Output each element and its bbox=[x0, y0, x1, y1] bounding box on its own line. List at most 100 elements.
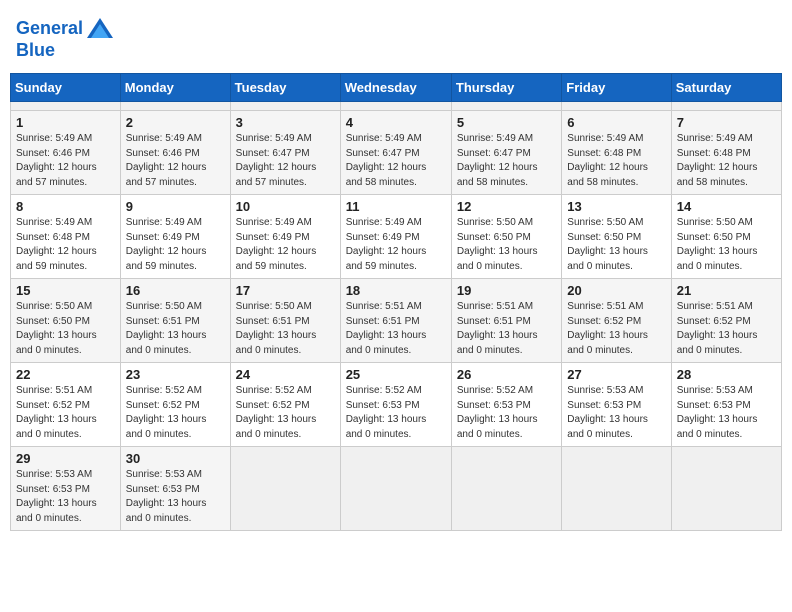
calendar-day-cell: 17 Sunrise: 5:50 AMSunset: 6:51 PMDayligh… bbox=[230, 279, 340, 363]
calendar-day-cell: 9Sunrise: 5:49 AMSunset: 6:49 PMDaylight… bbox=[120, 195, 230, 279]
day-info: Sunrise: 5:49 AMSunset: 6:48 PMDaylight:… bbox=[16, 216, 115, 274]
day-of-week-header: Monday bbox=[120, 74, 230, 102]
calendar-day-cell bbox=[230, 102, 340, 111]
day-info: Sunrise: 5:49 AMSunset: 6:49 PMDaylight:… bbox=[236, 216, 335, 274]
calendar-day-cell: 12 Sunrise: 5:50 AMSunset: 6:50 PMDayligh… bbox=[451, 195, 561, 279]
calendar-day-cell: 21 Sunrise: 5:51 AMSunset: 6:52 PMDayligh… bbox=[671, 279, 781, 363]
calendar-day-cell bbox=[120, 102, 230, 111]
day-info: Sunrise: 5:49 AMSunset: 6:46 PMDaylight:… bbox=[126, 132, 225, 190]
day-number: 28 bbox=[677, 367, 776, 382]
day-number: 22 bbox=[16, 367, 115, 382]
calendar-week-row: 8 Sunrise: 5:49 AMSunset: 6:48 PMDaylight… bbox=[11, 195, 782, 279]
day-number: 16 bbox=[126, 283, 225, 298]
day-number: 9 bbox=[126, 199, 225, 214]
day-number: 2 bbox=[126, 115, 225, 130]
calendar-day-cell: 15 Sunrise: 5:50 AMSunset: 6:50 PMDayligh… bbox=[11, 279, 121, 363]
day-of-week-header: Tuesday bbox=[230, 74, 340, 102]
day-info: Sunrise: 5:53 AMSunset: 6:53 PMDaylight:… bbox=[677, 384, 776, 442]
day-number: 17 bbox=[236, 283, 335, 298]
day-number: 13 bbox=[567, 199, 665, 214]
calendar-body: 1 Sunrise: 5:49 AMSunset: 6:46 PMDaylight… bbox=[11, 102, 782, 531]
day-info: Sunrise: 5:50 AMSunset: 6:50 PMDaylight:… bbox=[567, 216, 665, 274]
day-info: Sunrise: 5:50 AMSunset: 6:50 PMDaylight:… bbox=[677, 216, 776, 274]
calendar-day-cell: 28 Sunrise: 5:53 AMSunset: 6:53 PMDayligh… bbox=[671, 363, 781, 447]
day-number: 24 bbox=[236, 367, 335, 382]
day-info: Sunrise: 5:52 AMSunset: 6:52 PMDaylight:… bbox=[126, 384, 225, 442]
day-number: 15 bbox=[16, 283, 115, 298]
calendar-day-cell bbox=[11, 102, 121, 111]
calendar-day-cell: 20 Sunrise: 5:51 AMSunset: 6:52 PMDayligh… bbox=[562, 279, 671, 363]
day-info: Sunrise: 5:51 AMSunset: 6:51 PMDaylight:… bbox=[346, 300, 446, 358]
calendar-day-cell bbox=[230, 447, 340, 531]
calendar-day-cell bbox=[340, 102, 451, 111]
calendar-day-cell: 23 Sunrise: 5:52 AMSunset: 6:52 PMDayligh… bbox=[120, 363, 230, 447]
calendar-day-cell: 27Sunrise: 5:53 AMSunset: 6:53 PMDayligh… bbox=[562, 363, 671, 447]
logo-icon bbox=[85, 14, 115, 44]
logo: General Blue bbox=[16, 14, 115, 61]
day-info: Sunrise: 5:49 AMSunset: 6:46 PMDaylight:… bbox=[16, 132, 115, 190]
day-number: 6 bbox=[567, 115, 665, 130]
calendar-table: SundayMondayTuesdayWednesdayThursdayFrid… bbox=[10, 73, 782, 531]
day-number: 12 bbox=[457, 199, 556, 214]
day-info: Sunrise: 5:49 AMSunset: 6:47 PMDaylight:… bbox=[457, 132, 556, 190]
day-number: 5 bbox=[457, 115, 556, 130]
day-number: 8 bbox=[16, 199, 115, 214]
day-info: Sunrise: 5:50 AMSunset: 6:50 PMDaylight:… bbox=[16, 300, 115, 358]
day-number: 25 bbox=[346, 367, 446, 382]
day-number: 26 bbox=[457, 367, 556, 382]
day-of-week-header: Sunday bbox=[11, 74, 121, 102]
day-info: Sunrise: 5:49 AMSunset: 6:48 PMDaylight:… bbox=[677, 132, 776, 190]
day-info: Sunrise: 5:51 AMSunset: 6:52 PMDaylight:… bbox=[16, 384, 115, 442]
day-of-week-header: Wednesday bbox=[340, 74, 451, 102]
calendar-week-row: 1 Sunrise: 5:49 AMSunset: 6:46 PMDaylight… bbox=[11, 111, 782, 195]
day-number: 19 bbox=[457, 283, 556, 298]
day-info: Sunrise: 5:50 AMSunset: 6:51 PMDaylight:… bbox=[126, 300, 225, 358]
calendar-day-cell bbox=[562, 102, 671, 111]
calendar-day-cell: 2 Sunrise: 5:49 AMSunset: 6:46 PMDaylight… bbox=[120, 111, 230, 195]
calendar-day-cell: 16 Sunrise: 5:50 AMSunset: 6:51 PMDayligh… bbox=[120, 279, 230, 363]
day-number: 30 bbox=[126, 451, 225, 466]
day-number: 18 bbox=[346, 283, 446, 298]
day-number: 7 bbox=[677, 115, 776, 130]
day-number: 11 bbox=[346, 199, 446, 214]
day-info: Sunrise: 5:53 AMSunset: 6:53 PMDaylight:… bbox=[126, 468, 225, 526]
day-info: Sunrise: 5:51 AMSunset: 6:52 PMDaylight:… bbox=[567, 300, 665, 358]
calendar-week-row bbox=[11, 102, 782, 111]
day-number: 20 bbox=[567, 283, 665, 298]
day-number: 3 bbox=[236, 115, 335, 130]
calendar-day-cell: 7 Sunrise: 5:49 AMSunset: 6:48 PMDaylight… bbox=[671, 111, 781, 195]
day-of-week-header: Thursday bbox=[451, 74, 561, 102]
day-info: Sunrise: 5:49 AMSunset: 6:49 PMDaylight:… bbox=[346, 216, 446, 274]
day-info: Sunrise: 5:52 AMSunset: 6:53 PMDaylight:… bbox=[346, 384, 446, 442]
logo-text: General bbox=[16, 19, 83, 39]
day-info: Sunrise: 5:51 AMSunset: 6:52 PMDaylight:… bbox=[677, 300, 776, 358]
calendar-day-cell: 8 Sunrise: 5:49 AMSunset: 6:48 PMDaylight… bbox=[11, 195, 121, 279]
calendar-day-cell: 22 Sunrise: 5:51 AMSunset: 6:52 PMDayligh… bbox=[11, 363, 121, 447]
calendar-day-cell: 14Sunrise: 5:50 AMSunset: 6:50 PMDayligh… bbox=[671, 195, 781, 279]
calendar-day-cell bbox=[562, 447, 671, 531]
calendar-day-cell: 11 Sunrise: 5:49 AMSunset: 6:49 PMDayligh… bbox=[340, 195, 451, 279]
calendar-day-cell bbox=[671, 102, 781, 111]
day-number: 10 bbox=[236, 199, 335, 214]
day-number: 21 bbox=[677, 283, 776, 298]
day-number: 29 bbox=[16, 451, 115, 466]
day-number: 23 bbox=[126, 367, 225, 382]
day-info: Sunrise: 5:49 AMSunset: 6:47 PMDaylight:… bbox=[236, 132, 335, 190]
day-number: 27 bbox=[567, 367, 665, 382]
calendar-day-cell: 6Sunrise: 5:49 AMSunset: 6:48 PMDaylight… bbox=[562, 111, 671, 195]
day-info: Sunrise: 5:53 AMSunset: 6:53 PMDaylight:… bbox=[16, 468, 115, 526]
day-info: Sunrise: 5:49 AMSunset: 6:47 PMDaylight:… bbox=[346, 132, 446, 190]
day-of-week-header: Friday bbox=[562, 74, 671, 102]
calendar-day-cell bbox=[340, 447, 451, 531]
calendar-day-cell: 5 Sunrise: 5:49 AMSunset: 6:47 PMDaylight… bbox=[451, 111, 561, 195]
calendar-day-cell: 25 Sunrise: 5:52 AMSunset: 6:53 PMDayligh… bbox=[340, 363, 451, 447]
day-number: 1 bbox=[16, 115, 115, 130]
calendar-day-cell: 13 Sunrise: 5:50 AMSunset: 6:50 PMDayligh… bbox=[562, 195, 671, 279]
day-info: Sunrise: 5:52 AMSunset: 6:52 PMDaylight:… bbox=[236, 384, 335, 442]
calendar-day-cell: 29 Sunrise: 5:53 AMSunset: 6:53 PMDayligh… bbox=[11, 447, 121, 531]
day-info: Sunrise: 5:50 AMSunset: 6:50 PMDaylight:… bbox=[457, 216, 556, 274]
calendar-day-cell bbox=[451, 447, 561, 531]
day-info: Sunrise: 5:50 AMSunset: 6:51 PMDaylight:… bbox=[236, 300, 335, 358]
day-info: Sunrise: 5:51 AMSunset: 6:51 PMDaylight:… bbox=[457, 300, 556, 358]
calendar-header-row: SundayMondayTuesdayWednesdayThursdayFrid… bbox=[11, 74, 782, 102]
